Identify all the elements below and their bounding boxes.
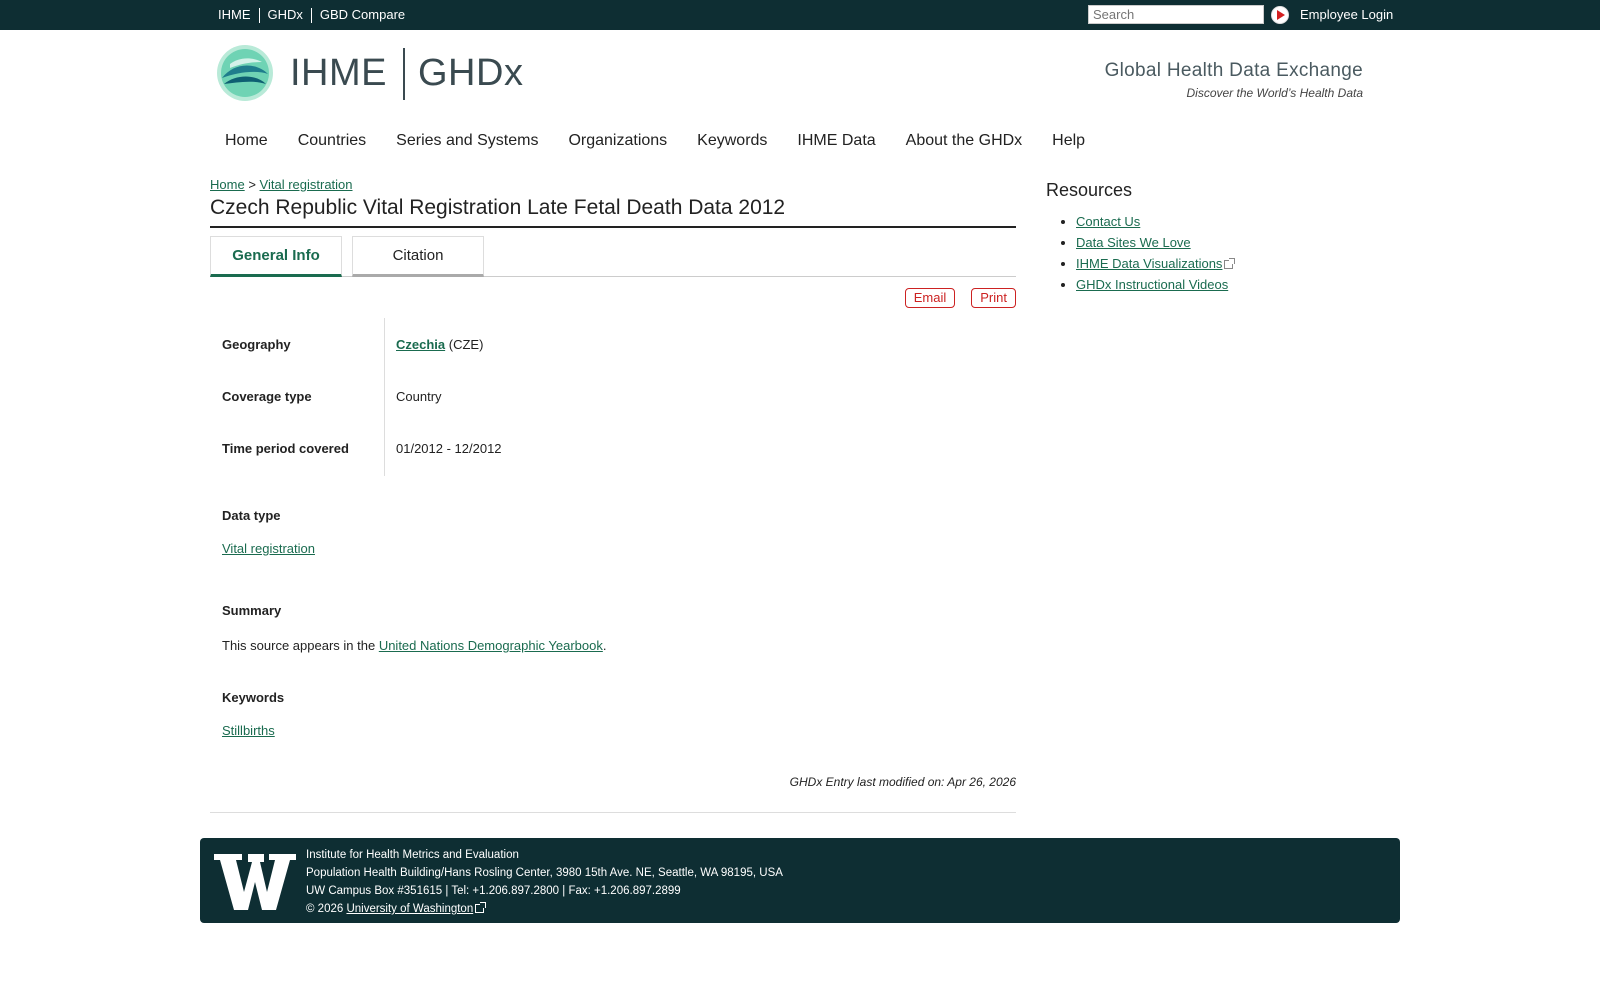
footer-copyright: © 2026 bbox=[306, 903, 347, 915]
keyword-link-stillbirths[interactable]: Stillbirths bbox=[222, 723, 275, 738]
nav-home[interactable]: Home bbox=[225, 132, 268, 150]
search-input[interactable] bbox=[1088, 5, 1264, 24]
logo-divider bbox=[403, 48, 405, 100]
employee-login-link[interactable]: Employee Login bbox=[1300, 7, 1393, 22]
header-tagline: Global Health Data Exchange Discover the… bbox=[1105, 60, 1363, 100]
tagline-title: Global Health Data Exchange bbox=[1104, 60, 1363, 81]
summary-source-link[interactable]: United Nations Demographic Yearbook bbox=[379, 638, 603, 653]
logo-ihme-text[interactable]: IHME bbox=[290, 50, 387, 96]
summary-label: Summary bbox=[222, 603, 282, 618]
footer-text: Institute for Health Metrics and Evaluat… bbox=[306, 846, 783, 918]
time-period-value: 01/2012 - 12/2012 bbox=[396, 440, 502, 456]
resource-ghdx-instructional-videos[interactable]: GHDx Instructional Videos bbox=[1076, 277, 1228, 292]
tab-general-info[interactable]: General Info bbox=[210, 236, 342, 277]
breadcrumb-home[interactable]: Home bbox=[210, 177, 245, 192]
footer-institute: Institute for Health Metrics and Evaluat… bbox=[306, 849, 519, 861]
top-bar: IHME GHDx GBD Compare Employee Login bbox=[0, 0, 1600, 30]
footer-contact: UW Campus Box #351615 | Tel: +1.206.897.… bbox=[306, 885, 681, 897]
list-item: Data Sites We Love bbox=[1076, 235, 1233, 250]
ihme-logo-icon[interactable] bbox=[216, 44, 274, 102]
page-actions: Email Print bbox=[904, 288, 1016, 308]
play-arrow-icon bbox=[1277, 10, 1285, 20]
geography-label: Geography bbox=[222, 336, 291, 352]
logo-ghdx-text[interactable]: GHDx bbox=[418, 50, 523, 96]
external-link-icon bbox=[1224, 258, 1236, 270]
nav-ihme-data[interactable]: IHME Data bbox=[797, 132, 875, 150]
summary-text: This source appears in the United Nation… bbox=[222, 638, 606, 653]
external-link-icon bbox=[475, 902, 487, 914]
last-modified-text: GHDx Entry last modified on: Apr 26, 202… bbox=[789, 775, 1016, 789]
resources-list: Contact Us Data Sites We Love IHME Data … bbox=[1076, 214, 1236, 298]
footer-copyright-line: © 2026 University of Washington bbox=[306, 900, 783, 918]
breadcrumb-separator: > bbox=[248, 177, 256, 192]
coverage-type-label: Coverage type bbox=[222, 388, 312, 404]
page-title: Czech Republic Vital Registration Late F… bbox=[210, 196, 1016, 228]
list-item: Contact Us bbox=[1076, 214, 1233, 229]
geography-value: Czechia (CZE) bbox=[384, 337, 483, 352]
email-button[interactable]: Email bbox=[904, 288, 956, 308]
coverage-type-value: Country bbox=[396, 388, 442, 404]
top-nav-ihme[interactable]: IHME bbox=[210, 8, 259, 22]
print-button[interactable]: Print bbox=[971, 288, 1016, 308]
nav-help[interactable]: Help bbox=[1052, 132, 1085, 150]
resource-ihme-data-visualizations[interactable]: IHME Data Visualizations bbox=[1076, 256, 1222, 271]
breadcrumb: Home > Vital registration bbox=[210, 177, 353, 192]
nav-about-the-ghdx[interactable]: About the GHDx bbox=[906, 132, 1023, 150]
content-divider bbox=[210, 812, 1016, 813]
top-nav: IHME GHDx GBD Compare bbox=[210, 0, 413, 30]
nav-organizations[interactable]: Organizations bbox=[568, 132, 667, 150]
resource-contact-us[interactable]: Contact Us bbox=[1076, 214, 1140, 229]
summary-suffix: . bbox=[602, 638, 607, 653]
nav-series-and-systems[interactable]: Series and Systems bbox=[396, 132, 538, 150]
metadata-row-time-period: Time period covered 01/2012 - 12/2012 bbox=[210, 422, 502, 474]
metadata-divider bbox=[384, 318, 385, 476]
resources-title: Resources bbox=[1046, 180, 1133, 200]
main-nav: Home Countries Series and Systems Organi… bbox=[225, 132, 1115, 150]
uw-w-logo-icon[interactable] bbox=[214, 854, 296, 910]
resource-data-sites-we-love[interactable]: Data Sites We Love bbox=[1076, 235, 1191, 250]
breadcrumb-vital-registration[interactable]: Vital registration bbox=[260, 177, 353, 192]
summary-prefix: This source appears in the bbox=[222, 638, 379, 653]
top-nav-ghdx[interactable]: GHDx bbox=[260, 8, 311, 22]
nav-countries[interactable]: Countries bbox=[298, 132, 366, 150]
tagline-subtitle: Discover the World’s Health Data bbox=[1186, 86, 1363, 100]
footer-uw-link[interactable]: University of Washington bbox=[346, 903, 473, 915]
list-item: GHDx Instructional Videos bbox=[1076, 277, 1233, 292]
footer: Institute for Health Metrics and Evaluat… bbox=[200, 838, 1400, 923]
tab-citation[interactable]: Citation bbox=[352, 236, 484, 277]
search-submit-button[interactable] bbox=[1271, 6, 1289, 24]
geography-code: (CZE) bbox=[445, 336, 484, 352]
top-nav-gbd-compare[interactable]: GBD Compare bbox=[312, 8, 413, 22]
metadata-row-geography: Geography Czechia (CZE) bbox=[210, 318, 502, 370]
time-period-label: Time period covered bbox=[222, 440, 349, 456]
data-type-link[interactable]: Vital registration bbox=[222, 541, 315, 556]
metadata-table: Geography Czechia (CZE) Coverage type Co… bbox=[210, 318, 502, 476]
metadata-row-coverage: Coverage type Country bbox=[210, 370, 502, 422]
keywords-label: Keywords bbox=[222, 690, 285, 705]
tab-bar: General Info Citation bbox=[210, 236, 1016, 277]
geography-link[interactable]: Czechia bbox=[396, 337, 445, 352]
nav-keywords[interactable]: Keywords bbox=[697, 132, 767, 150]
data-type-label: Data type bbox=[222, 508, 281, 523]
list-item: IHME Data Visualizations bbox=[1076, 256, 1236, 271]
footer-address: Population Health Building/Hans Rosling … bbox=[306, 867, 783, 879]
